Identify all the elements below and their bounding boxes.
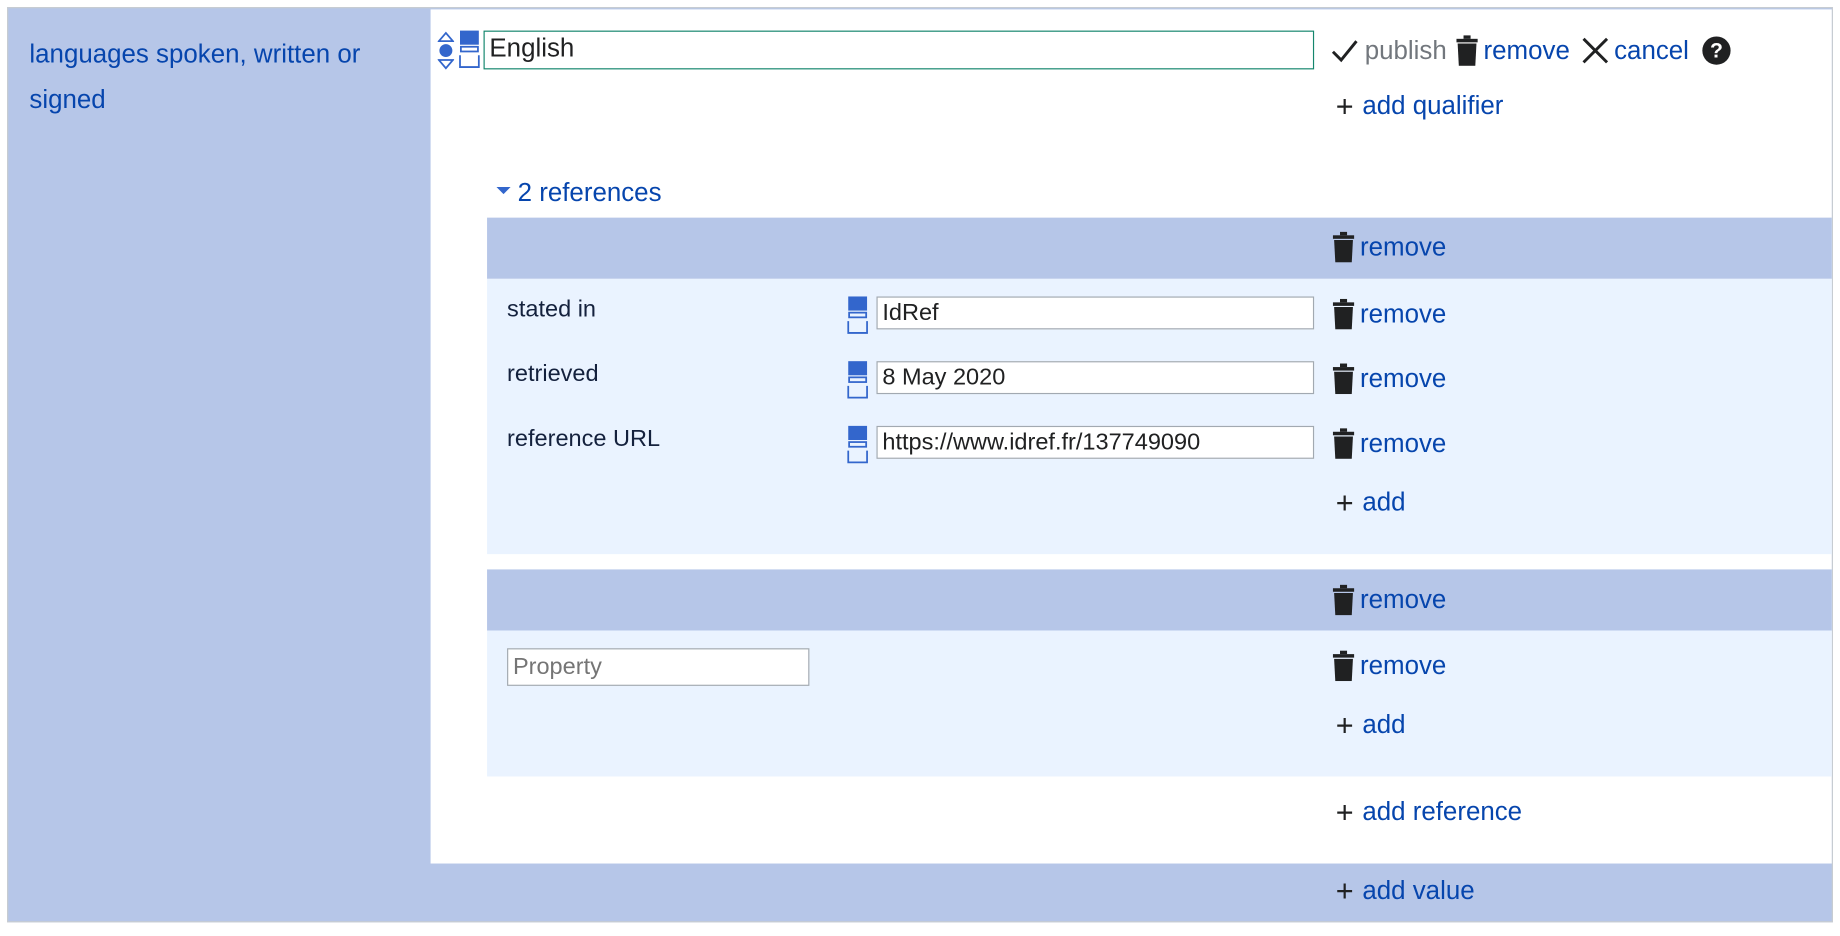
remove-snak-button[interactable]: remove [1332, 650, 1447, 682]
help-icon[interactable]: ? [1702, 36, 1731, 65]
add-label: add [1362, 487, 1406, 517]
add-label: add [1362, 709, 1406, 739]
remove-snak-button[interactable]: remove [1332, 428, 1447, 459]
triangle-down-icon [494, 181, 513, 206]
plus-icon: + [1335, 484, 1354, 520]
snak-type-selector-icon[interactable] [847, 360, 868, 406]
references-toggle-label: 2 references [517, 177, 662, 208]
remove-label: remove [1359, 428, 1447, 458]
rank-selector-icon[interactable] [436, 31, 455, 77]
remove-snak-button[interactable]: remove [1332, 298, 1447, 330]
plus-icon: + [1335, 707, 1354, 743]
snak-type-selector-icon[interactable] [459, 29, 480, 75]
snak-value-input[interactable]: https://www.idref.fr/137749090 [876, 425, 1315, 459]
value-input[interactable]: English [483, 30, 1315, 70]
cancel-button[interactable]: cancel [1581, 35, 1689, 66]
remove-statement-button[interactable]: remove [1455, 35, 1570, 66]
references-toggle[interactable]: 2 references [494, 177, 662, 209]
property-input[interactable] [507, 648, 810, 686]
snak-property-label[interactable]: stated in [507, 296, 596, 323]
add-qualifier-button[interactable]: + add qualifier [1332, 91, 1504, 122]
plus-icon: + [1335, 872, 1354, 909]
trash-icon [1332, 650, 1356, 682]
remove-snak-button[interactable]: remove [1332, 363, 1447, 395]
trash-icon [1332, 363, 1356, 395]
reference-header [487, 217, 1832, 279]
add-reference-button[interactable]: + add reference [1332, 796, 1522, 827]
close-icon [1581, 35, 1609, 66]
remove-reference-button[interactable]: remove [1332, 584, 1447, 616]
remove-label: remove [1359, 298, 1447, 329]
trash-icon [1332, 428, 1356, 459]
remove-reference-button[interactable]: remove [1332, 231, 1447, 263]
snak-type-selector-icon[interactable] [847, 425, 868, 471]
statement-editor: languages spoken, written or signed Engl… [0, 0, 1840, 936]
trash-icon [1332, 298, 1356, 330]
remove-label: remove [1359, 231, 1447, 262]
reference-header [487, 569, 1832, 631]
add-value-button[interactable]: + add value [1332, 875, 1475, 906]
remove-label: remove [1359, 650, 1447, 680]
add-reference-label: add reference [1362, 796, 1523, 826]
snak-property-label[interactable]: retrieved [507, 361, 599, 388]
publish-label: publish [1364, 35, 1447, 65]
add-value-label: add value [1362, 875, 1475, 905]
snak-value-input[interactable]: IdRef [876, 296, 1315, 330]
cancel-label: cancel [1614, 35, 1689, 65]
add-qualifier-label: add qualifier [1362, 90, 1504, 120]
snak-value-input[interactable]: 8 May 2020 [876, 361, 1315, 395]
remove-label: remove [1359, 363, 1447, 393]
trash-icon [1332, 584, 1356, 616]
snak-type-selector-icon[interactable] [847, 295, 868, 341]
plus-icon: + [1335, 794, 1354, 830]
check-icon [1329, 35, 1360, 66]
publish-button[interactable]: publish [1329, 35, 1447, 66]
add-snak-button[interactable]: + add [1332, 709, 1406, 740]
trash-icon [1455, 35, 1479, 66]
property-label[interactable]: languages spoken, written or signed [29, 31, 405, 123]
add-snak-button[interactable]: + add [1332, 487, 1406, 518]
remove-label: remove [1359, 584, 1447, 615]
plus-icon: + [1335, 88, 1354, 124]
snak-property-label[interactable]: reference URL [507, 426, 660, 453]
trash-icon [1332, 231, 1356, 263]
remove-label: remove [1483, 35, 1570, 65]
